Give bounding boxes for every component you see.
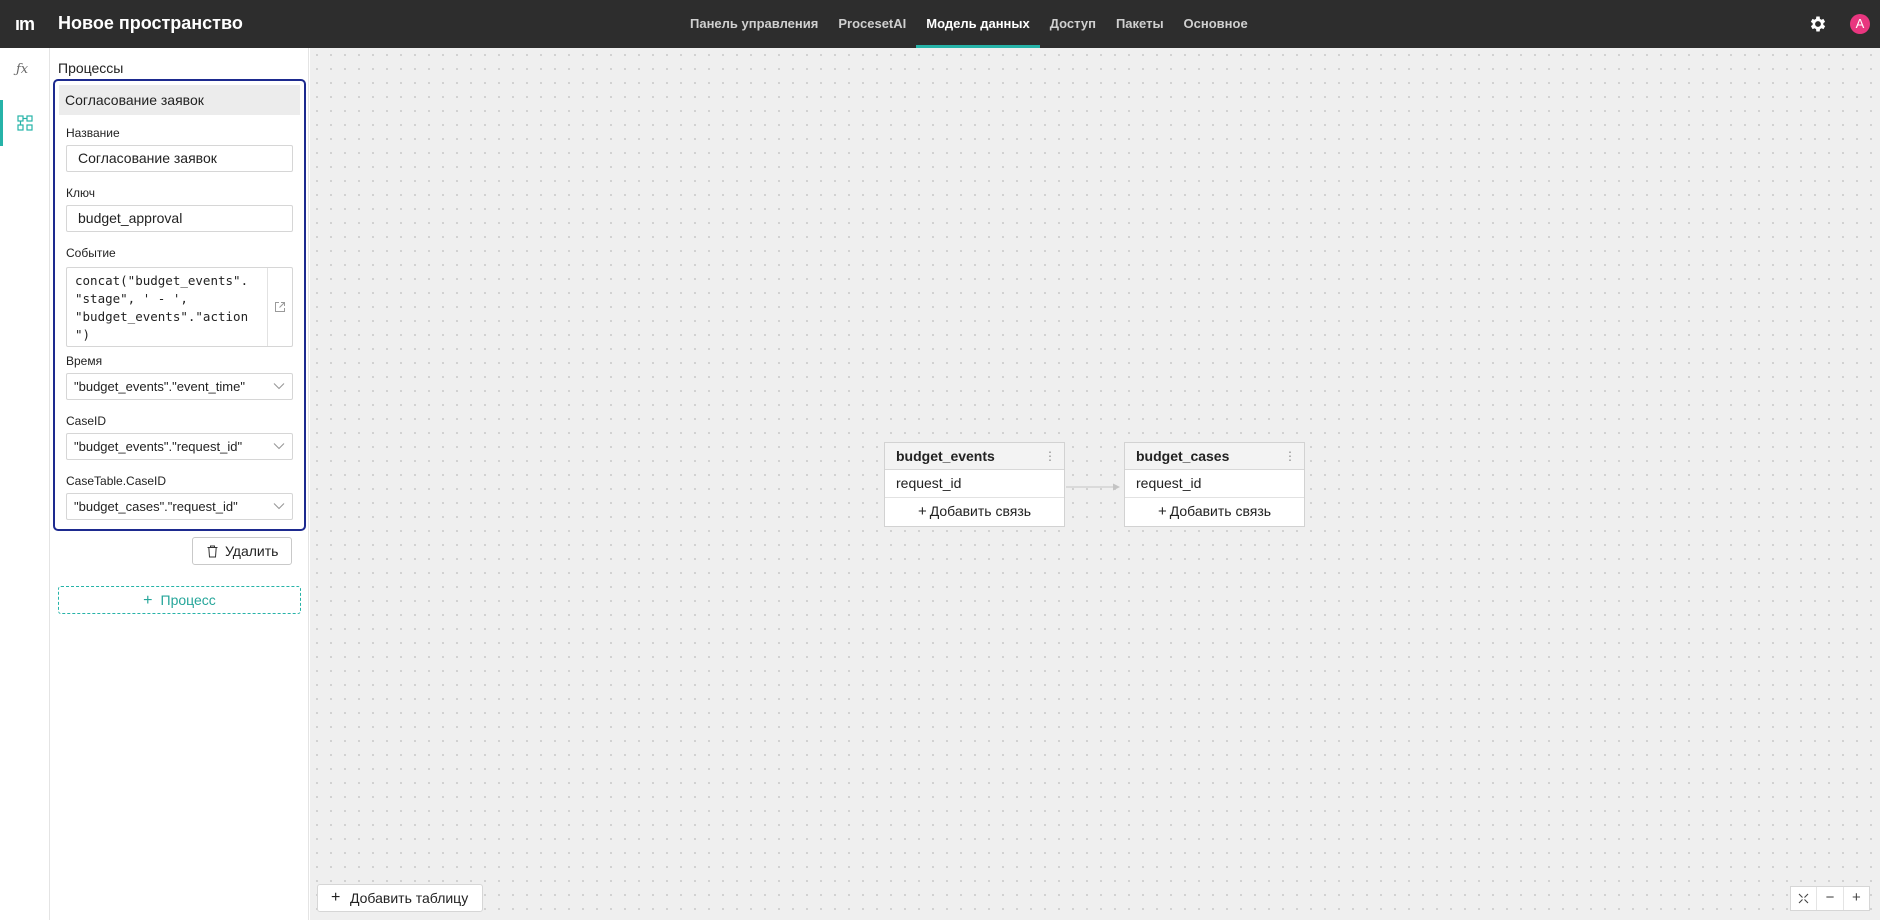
name-field[interactable]: Согласование заявок — [66, 145, 293, 172]
event-expression-text[interactable]: concat("budget_events". "stage", ' - ', … — [75, 272, 255, 344]
table-field[interactable]: request_id — [1125, 470, 1304, 498]
table-node-header[interactable]: budget_events ⋮ — [885, 443, 1064, 470]
nav-access[interactable]: Доступ — [1040, 0, 1106, 48]
add-link-label: Добавить связь — [1169, 503, 1272, 519]
nav-data-model[interactable]: Модель данных — [916, 0, 1041, 48]
table-node-header[interactable]: budget_cases ⋮ — [1125, 443, 1304, 470]
key-field[interactable]: budget_approval — [66, 205, 293, 232]
event-label: Событие — [66, 246, 116, 260]
open-editor-icon[interactable] — [274, 301, 286, 313]
name-label: Название — [66, 126, 120, 140]
zoom-out-icon[interactable]: − — [1817, 887, 1844, 910]
add-table-button[interactable]: + Добавить таблицу — [317, 884, 483, 912]
process-card: Согласование заявок Название Согласовани… — [53, 79, 306, 531]
table-field[interactable]: request_id — [885, 470, 1064, 498]
add-link-label: Добавить связь — [929, 503, 1032, 519]
plus-icon: + — [917, 503, 927, 520]
table-name: budget_events — [896, 448, 995, 464]
user-avatar[interactable]: A — [1850, 14, 1870, 34]
function-icon[interactable]: ƒx — [16, 62, 28, 77]
panel-title: Процессы — [58, 60, 124, 76]
add-table-label: Добавить таблицу — [350, 890, 469, 906]
trash-icon — [207, 545, 218, 558]
data-model-icon — [17, 115, 33, 131]
model-canvas[interactable]: budget_events ⋮ request_id + Добавить свя… — [310, 48, 1880, 920]
workspace-title: Новое пространство — [58, 13, 243, 33]
nav-procesetai[interactable]: ProcesetAI — [828, 0, 916, 48]
kebab-menu-icon[interactable]: ⋮ — [1284, 443, 1296, 470]
plus-icon: + — [1157, 503, 1167, 520]
zoom-controls: − + — [1790, 886, 1870, 911]
zoom-in-icon[interactable]: + — [1844, 887, 1869, 910]
top-bar: ım Новое пространство Панель управления … — [0, 0, 1880, 48]
app-logo[interactable]: ım — [15, 14, 35, 35]
nav-general[interactable]: Основное — [1174, 0, 1258, 48]
casetable-select[interactable]: "budget_cases"."request_id" — [66, 493, 293, 520]
kebab-menu-icon[interactable]: ⋮ — [1044, 443, 1056, 470]
casetable-label: CaseTable.CaseID — [66, 474, 167, 488]
delete-process-button[interactable]: Удалить — [192, 537, 292, 565]
caseid-label: CaseID — [66, 414, 107, 428]
gear-icon[interactable] — [1808, 14, 1828, 34]
add-process-button[interactable]: + Процесс — [58, 586, 301, 614]
processes-panel: Процессы Согласование заявок Название Со… — [50, 48, 309, 920]
process-header[interactable]: Согласование заявок — [59, 85, 300, 115]
relation-arrow[interactable] — [1066, 482, 1121, 492]
chevron-down-icon — [273, 383, 285, 390]
event-field-divider — [267, 268, 268, 346]
main-nav: Панель управления ProcesetAI Модель данн… — [680, 0, 1258, 48]
chevron-down-icon — [273, 443, 285, 450]
fit-icon[interactable] — [1791, 887, 1818, 910]
plus-icon: + — [331, 889, 341, 906]
plus-icon: + — [143, 592, 153, 609]
table-node-budget-events[interactable]: budget_events ⋮ request_id + Добавить свя… — [884, 442, 1065, 527]
key-label: Ключ — [66, 186, 95, 200]
casetable-select-value: "budget_cases"."request_id" — [74, 499, 238, 514]
add-link-button[interactable]: + Добавить связь — [1125, 498, 1304, 526]
table-node-budget-cases[interactable]: budget_cases ⋮ request_id + Добавить связ… — [1124, 442, 1305, 527]
data-model-rail-item[interactable] — [0, 100, 50, 146]
delete-label: Удалить — [225, 543, 279, 559]
add-link-button[interactable]: + Добавить связь — [885, 498, 1064, 526]
caseid-select-value: "budget_events"."request_id" — [74, 439, 243, 454]
add-process-label: Процесс — [160, 592, 216, 608]
chevron-down-icon — [273, 503, 285, 510]
nav-packages[interactable]: Пакеты — [1106, 0, 1174, 48]
table-name: budget_cases — [1136, 448, 1230, 464]
time-label: Время — [66, 354, 103, 368]
nav-dashboard[interactable]: Панель управления — [680, 0, 828, 48]
left-rail: ƒx — [0, 48, 50, 920]
time-select[interactable]: "budget_events"."event_time" — [66, 373, 293, 400]
event-expression-field[interactable]: concat("budget_events". "stage", ' - ', … — [66, 267, 293, 347]
caseid-select[interactable]: "budget_events"."request_id" — [66, 433, 293, 460]
time-select-value: "budget_events"."event_time" — [74, 379, 245, 394]
